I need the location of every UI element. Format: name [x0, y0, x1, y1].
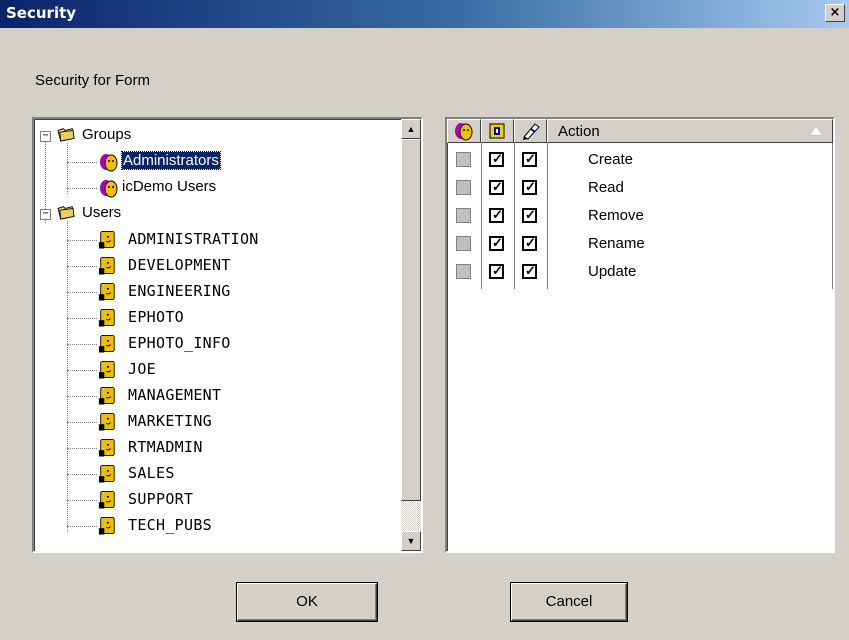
- tree-connector: [67, 422, 97, 423]
- check-icon: ✓: [525, 235, 536, 250]
- tree-connector: [67, 221, 68, 532]
- lock-permission-checkbox[interactable]: ✓: [489, 152, 504, 167]
- list-header: Action: [447, 119, 833, 143]
- tree-connector: [67, 240, 97, 241]
- tree-item-label: ENGINEERING: [128, 282, 231, 300]
- tree-item-label: DEVELOPMENT: [128, 256, 231, 274]
- tree-scrollbar[interactable]: ▲ ▼: [401, 119, 421, 551]
- check-icon: ✓: [492, 179, 503, 194]
- tree-connector: [67, 370, 97, 371]
- edit-permission-checkbox[interactable]: ✓: [522, 208, 537, 223]
- tree-item-label: EPHOTO_INFO: [128, 334, 231, 352]
- check-icon: ✓: [525, 207, 536, 222]
- permission-row[interactable]: ✓ ✓ Create: [447, 147, 833, 175]
- check-icon: ✓: [525, 179, 536, 194]
- permission-row[interactable]: ✓ ✓ Rename: [447, 231, 833, 259]
- tree-connector: [67, 188, 97, 189]
- edit-permission-checkbox[interactable]: ✓: [522, 152, 537, 167]
- group-permission-checkbox[interactable]: [456, 236, 471, 251]
- tree-node-groups[interactable]: − Groups: [34, 123, 394, 149]
- lock-permission-checkbox[interactable]: ✓: [489, 208, 504, 223]
- scroll-thumb[interactable]: [401, 139, 421, 501]
- check-icon: ✓: [492, 263, 503, 278]
- tree-connector: [67, 500, 97, 501]
- cancel-button[interactable]: Cancel: [511, 583, 627, 621]
- collapse-icon[interactable]: −: [40, 209, 51, 220]
- ok-button[interactable]: OK: [237, 583, 377, 621]
- tree-node-label: Groups: [82, 126, 132, 143]
- action-column-label: Action: [558, 123, 600, 140]
- tree-item-label: JOE: [128, 360, 156, 378]
- pencil-icon: [523, 123, 540, 140]
- tree-connector: [67, 143, 68, 194]
- group-icon: [455, 123, 473, 141]
- check-icon: ✓: [492, 151, 503, 166]
- action-label: Remove: [588, 207, 644, 224]
- permissions-list[interactable]: Action ✓ ✓ Create ✓ ✓ Read ✓ ✓ Remove ✓ ✓ Rename ✓ ✓ U…: [445, 117, 835, 553]
- tree-connector: [67, 448, 97, 449]
- scroll-down-button[interactable]: ▼: [401, 531, 421, 551]
- tree-connector: [67, 162, 97, 163]
- edit-permission-checkbox[interactable]: ✓: [522, 264, 537, 279]
- tree-node-users[interactable]: − Users: [34, 201, 394, 227]
- tree-item-label: TECH_PUBS: [128, 516, 212, 534]
- tree-connector: [67, 474, 97, 475]
- tree-item-label: MANAGEMENT: [128, 386, 222, 404]
- scroll-up-button[interactable]: ▲: [401, 119, 421, 139]
- tree-connector: [67, 526, 97, 527]
- action-label: Update: [588, 263, 637, 280]
- permission-row[interactable]: ✓ ✓ Remove: [447, 203, 833, 231]
- tree-item-label: ADMINISTRATION: [128, 230, 259, 248]
- tree-item-label: SALES: [128, 464, 175, 482]
- lock-icon: [489, 123, 505, 139]
- tree-connector: [67, 292, 97, 293]
- tree-item-label: SUPPORT: [128, 490, 194, 508]
- tree-item-label: EPHOTO: [128, 308, 184, 326]
- edit-permission-checkbox[interactable]: ✓: [522, 180, 537, 195]
- tree-connector: [67, 266, 97, 267]
- lock-permission-checkbox[interactable]: ✓: [489, 264, 504, 279]
- tree-node-label: Users: [82, 204, 122, 221]
- check-icon: ✓: [525, 151, 536, 166]
- tree-connector: [67, 396, 97, 397]
- header-lock-column[interactable]: [481, 119, 514, 143]
- principal-tree[interactable]: − Groups Administrators icDemo Users − Users A…: [32, 117, 423, 553]
- header-edit-column[interactable]: [514, 119, 547, 143]
- lock-permission-checkbox[interactable]: ✓: [489, 180, 504, 195]
- check-icon: ✓: [525, 263, 536, 278]
- group-permission-checkbox[interactable]: [456, 264, 471, 279]
- edit-permission-checkbox[interactable]: ✓: [522, 236, 537, 251]
- group-permission-checkbox[interactable]: [456, 208, 471, 223]
- permission-row[interactable]: ✓ ✓ Read: [447, 175, 833, 203]
- lock-permission-checkbox[interactable]: ✓: [489, 236, 504, 251]
- title-bar: Security ×: [0, 0, 849, 28]
- sort-ascending-icon: [810, 126, 822, 135]
- window-title: Security: [6, 4, 77, 22]
- group-permission-checkbox[interactable]: [456, 180, 471, 195]
- tree-item-label: Administrators: [121, 151, 221, 170]
- check-icon: ✓: [492, 235, 503, 250]
- tree-connector: [67, 318, 97, 319]
- action-label: Rename: [588, 235, 645, 252]
- action-label: Read: [588, 179, 624, 196]
- close-button[interactable]: ×: [825, 4, 845, 22]
- tree-item-label: icDemo Users: [122, 178, 217, 195]
- header-group-column[interactable]: [447, 119, 481, 143]
- action-label: Create: [588, 151, 634, 168]
- collapse-icon[interactable]: −: [40, 131, 51, 142]
- header-action-column[interactable]: Action: [547, 119, 833, 143]
- group-permission-checkbox[interactable]: [456, 152, 471, 167]
- permission-row[interactable]: ✓ ✓ Update: [447, 259, 833, 287]
- tree-item-label: RTMADMIN: [128, 438, 203, 456]
- scroll-track[interactable]: [401, 501, 421, 531]
- check-icon: ✓: [492, 207, 503, 222]
- dialog-subtitle: Security for Form: [35, 72, 151, 89]
- tree-connector: [67, 344, 97, 345]
- tree-item-label: MARKETING: [128, 412, 212, 430]
